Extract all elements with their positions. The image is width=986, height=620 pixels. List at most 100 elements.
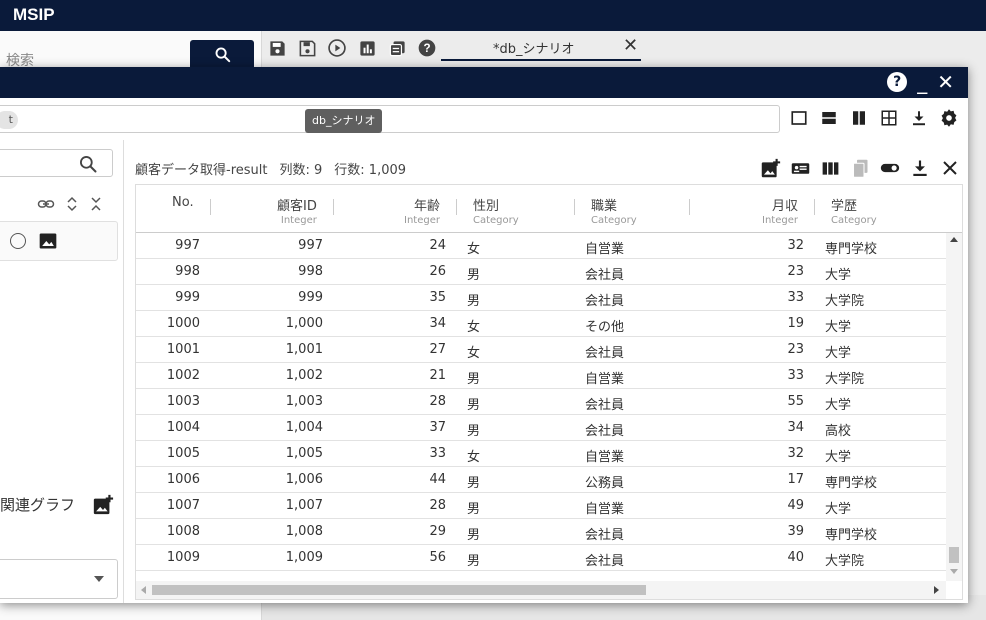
cell-occupation: 会社員 — [585, 294, 625, 309]
image-icon — [39, 233, 57, 249]
dialog-left-panel: 関連グラフ — [0, 140, 124, 603]
dialog-title-bar: ? _ ✕ — [0, 67, 968, 98]
column-header-customer-id[interactable]: 顧客ID Integer — [277, 195, 317, 226]
table-row[interactable]: 1005 1,005 33 女 自営業 32 大学 — [136, 441, 946, 467]
add-image-icon[interactable] — [758, 156, 782, 180]
scroll-thumb[interactable] — [152, 585, 646, 595]
cell-occupation: 会社員 — [585, 554, 625, 569]
cell-gender: 男 — [467, 502, 481, 517]
column-header-income[interactable]: 月収 Integer — [762, 195, 798, 226]
scroll-up-icon[interactable] — [950, 237, 958, 242]
column-header-education[interactable]: 学歴 Category — [831, 195, 877, 226]
column-header-gender[interactable]: 性別 Category — [473, 195, 519, 226]
cell-occupation: 自営業 — [585, 450, 625, 465]
table-header: No. 顧客ID Integer 年齢 Integer 性別 Category … — [136, 185, 962, 233]
search-icon[interactable] — [78, 154, 98, 174]
cell-customer-id: 1,006 — [285, 472, 323, 487]
breadcrumb-chip[interactable]: t — [0, 111, 18, 129]
cell-customer-id: 997 — [298, 238, 323, 253]
link-icon[interactable] — [36, 195, 56, 213]
cell-no: 1002 — [166, 368, 200, 383]
settings-icon[interactable] — [938, 107, 960, 129]
scroll-left-icon[interactable] — [141, 586, 146, 594]
help-icon[interactable]: ? — [416, 37, 438, 59]
cell-education: 大学 — [825, 346, 852, 361]
cell-education: 専門学校 — [825, 476, 878, 491]
background-search-button[interactable] — [190, 40, 254, 70]
cell-no: 997 — [175, 238, 200, 253]
table-row[interactable]: 998 998 26 男 会社員 23 大学 — [136, 259, 946, 285]
info-card-icon[interactable] — [788, 156, 812, 180]
minimize-icon[interactable]: _ — [917, 71, 927, 93]
app-title: MSIP — [13, 5, 55, 24]
cell-occupation: 会社員 — [585, 346, 625, 361]
list-item[interactable] — [0, 221, 118, 261]
scroll-thumb[interactable] — [949, 547, 959, 563]
run-icon[interactable] — [326, 37, 348, 59]
column-divider[interactable] — [333, 199, 334, 215]
collapse-icon[interactable] — [88, 195, 104, 213]
column-header-age[interactable]: 年齢 Integer — [404, 195, 440, 226]
horizontal-split-icon[interactable] — [818, 107, 840, 129]
cell-gender: 男 — [467, 294, 481, 309]
grid-view-icon[interactable] — [878, 107, 900, 129]
table-row[interactable]: 997 997 24 女 自営業 32 専門学校 — [136, 233, 946, 259]
table-row[interactable]: 1001 1,001 27 女 会社員 23 大学 — [136, 337, 946, 363]
cell-education: 大学 — [825, 502, 852, 517]
cell-gender: 男 — [467, 398, 481, 413]
scroll-right-icon[interactable] — [934, 586, 939, 594]
vertical-split-icon[interactable] — [848, 107, 870, 129]
expand-icon[interactable] — [64, 195, 80, 213]
columns-icon[interactable] — [818, 156, 842, 180]
cell-customer-id: 1,002 — [285, 368, 323, 383]
table-row[interactable]: 1004 1,004 37 男 会社員 34 高校 — [136, 415, 946, 441]
horizontal-scrollbar[interactable] — [136, 581, 946, 599]
column-header-occupation[interactable]: 職業 Category — [591, 195, 637, 226]
copy-icon[interactable] — [848, 156, 872, 180]
column-divider[interactable] — [689, 199, 690, 215]
save-icon[interactable] — [266, 37, 288, 59]
cell-no: 1008 — [166, 524, 200, 539]
chart-icon[interactable] — [356, 37, 378, 59]
cell-age: 28 — [429, 498, 446, 513]
cell-no: 998 — [175, 264, 200, 279]
cell-education: 大学院 — [825, 294, 865, 309]
cell-occupation: 公務員 — [585, 476, 625, 491]
cell-age: 33 — [429, 446, 446, 461]
close-icon[interactable]: ✕ — [937, 71, 954, 93]
radio-button[interactable] — [10, 233, 26, 249]
single-view-icon[interactable] — [788, 107, 810, 129]
column-divider[interactable] — [210, 199, 211, 215]
copy-icon[interactable] — [386, 37, 408, 59]
cell-age: 29 — [429, 524, 446, 539]
column-divider[interactable] — [574, 199, 575, 215]
vertical-scrollbar[interactable] — [946, 233, 962, 581]
result-name: 顧客データ取得-result — [135, 163, 268, 178]
panel-search-input[interactable] — [0, 149, 113, 177]
cell-education: 大学 — [825, 450, 852, 465]
download-icon[interactable] — [908, 107, 930, 129]
cell-education: 大学 — [825, 398, 852, 413]
help-icon[interactable]: ? — [887, 72, 908, 92]
cell-gender: 男 — [467, 476, 481, 491]
table-row[interactable]: 1000 1,000 34 女 その他 19 大学 — [136, 311, 946, 337]
tab-db-scenario[interactable]: *db_シナリオ ✕ — [441, 35, 641, 61]
graph-select[interactable] — [0, 559, 118, 599]
scroll-down-icon[interactable] — [950, 569, 958, 574]
add-image-icon[interactable] — [92, 494, 114, 516]
table-row[interactable]: 1009 1,009 56 男 会社員 40 大学院 — [136, 545, 946, 571]
close-icon[interactable] — [938, 156, 962, 180]
table-row[interactable]: 1002 1,002 21 男 自営業 33 大学院 — [136, 363, 946, 389]
table-row[interactable]: 1008 1,008 29 男 会社員 39 専門学校 — [136, 519, 946, 545]
download-icon[interactable] — [908, 156, 932, 180]
tab-close-icon[interactable]: ✕ — [623, 35, 638, 56]
column-divider[interactable] — [814, 199, 815, 215]
table-row[interactable]: 1003 1,003 28 男 会社員 55 大学 — [136, 389, 946, 415]
table-row[interactable]: 1006 1,006 44 男 公務員 17 専門学校 — [136, 467, 946, 493]
save-as-icon[interactable] — [296, 37, 318, 59]
column-divider[interactable] — [456, 199, 457, 215]
table-row[interactable]: 1007 1,007 28 男 自営業 49 大学 — [136, 493, 946, 519]
table-row[interactable]: 999 999 35 男 会社員 33 大学院 — [136, 285, 946, 311]
toggle-icon[interactable] — [878, 156, 902, 180]
column-header-no[interactable]: No. — [172, 195, 194, 210]
